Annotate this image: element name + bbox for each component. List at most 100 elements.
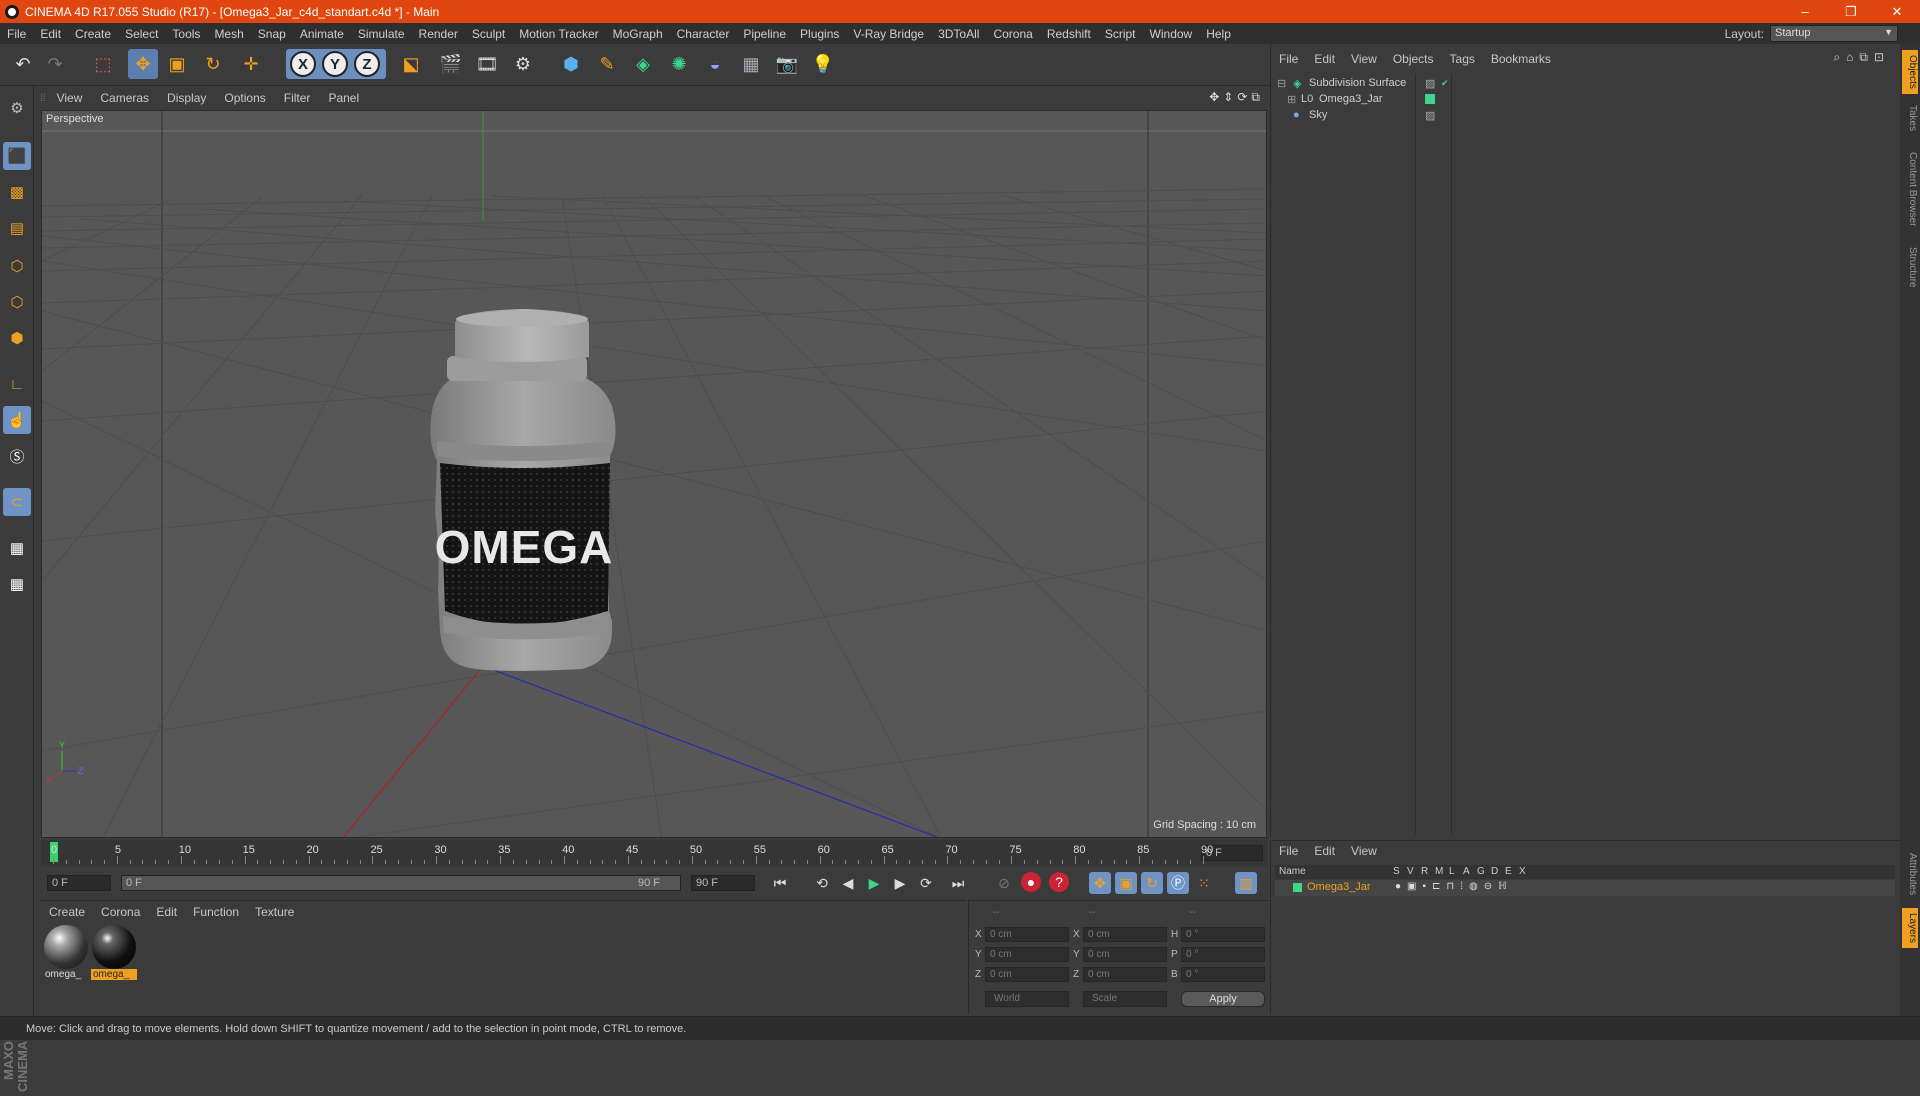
tab-content-browser[interactable]: Content Browser [1902,144,1918,234]
go-to-end-icon[interactable]: ⏭ [947,872,969,894]
points-mode-icon[interactable]: ⬡ [3,252,31,280]
material-swatch[interactable]: omega_ [91,925,137,983]
menu-corona[interactable]: Corona [986,27,1039,41]
layer-column-s[interactable]: S [1393,866,1400,877]
undo-icon[interactable]: ↶ [8,49,38,79]
home-icon[interactable]: ⌂ [1846,50,1853,65]
key-scale-icon[interactable]: ▣ [1115,872,1137,894]
previous-frame-icon[interactable]: ◀ [837,872,859,894]
rot-h-field[interactable]: 0 ° [1181,927,1265,942]
layer-name[interactable]: Omega3_Jar [1307,881,1371,893]
magnet-icon[interactable]: ⊂ [3,488,31,516]
layer-color-icon[interactable] [1425,94,1435,104]
tab-takes[interactable]: Takes [1902,100,1918,136]
expand-icon[interactable]: ⊞ [1287,93,1296,106]
previous-key-icon[interactable]: ⟲ [811,872,833,894]
pos-z-field[interactable]: 0 cm [985,967,1069,982]
start-frame-field[interactable]: 0 F [47,875,111,891]
redo-icon[interactable]: ↷ [40,49,70,79]
layer-column-v[interactable]: V [1407,866,1414,877]
menu-snap[interactable]: Snap [251,27,293,41]
subdivision-generator-icon[interactable]: ◈ [628,49,658,79]
layer-menu-view[interactable]: View [1343,844,1385,858]
pos-x-field[interactable]: 0 cm [985,927,1069,942]
tab-layers[interactable]: Layers [1902,908,1918,948]
planar-workplane-icon[interactable]: ▦ [3,570,31,598]
y-axis-lock-icon[interactable]: Y [322,51,348,77]
menu-mograph[interactable]: MoGraph [606,27,670,41]
layer-column-m[interactable]: M [1435,866,1443,877]
object-menu-file[interactable]: File [1271,52,1306,66]
go-to-start-icon[interactable]: ⏮ [769,872,791,894]
menu-script[interactable]: Script [1098,27,1143,41]
menu-select[interactable]: Select [118,27,165,41]
next-frame-icon[interactable]: ▶ [889,872,911,894]
object-row[interactable]: ● Sky ▨ [1275,106,1895,124]
dolly-icon[interactable]: ⇕ [1223,90,1233,105]
workplane-mode-icon[interactable]: ▤ [3,214,31,242]
layer-column-d[interactable]: D [1491,866,1498,877]
menu-sculpt[interactable]: Sculpt [465,27,512,41]
cube-object-icon[interactable]: ⬢ [556,49,586,79]
workplane-icon[interactable]: ⚙ [3,94,31,122]
key-point-level-icon[interactable]: ⁙ [1193,872,1215,894]
object-menu-edit[interactable]: Edit [1306,52,1343,66]
record-keys-icon[interactable]: ● [1021,872,1041,892]
object-menu-bookmarks[interactable]: Bookmarks [1483,52,1559,66]
layer-menu-edit[interactable]: Edit [1306,844,1343,858]
collapse-icon[interactable]: ⊟ [1277,77,1286,90]
maximize-view-icon[interactable]: ⧉ [1251,90,1260,105]
tweak-mode-icon[interactable]: ☝ [3,406,31,434]
menu-create[interactable]: Create [68,27,118,41]
layer-column-l[interactable]: L [1449,866,1455,877]
move-tool-icon[interactable]: ✥ [128,49,158,79]
tab-attributes[interactable]: Attributes [1902,844,1918,904]
z-axis-lock-icon[interactable]: Z [354,51,380,77]
timeline-window-icon[interactable]: ▥ [1235,872,1257,894]
end-frame-field[interactable]: 90 F [691,875,755,891]
menu-plugins[interactable]: Plugins [793,27,846,41]
enabled-check-icon[interactable]: ✔ [1441,78,1449,89]
polygons-mode-icon[interactable]: ⬢ [3,324,31,352]
layer-flag-icons[interactable]: ●▣▪⊏⊓⁞◍⊝ℍ [1395,881,1513,892]
viewport-menu-display[interactable]: Display [158,91,215,105]
layer-column-e[interactable]: E [1505,866,1512,877]
size-x-field[interactable]: 0 cm [1083,927,1167,942]
autokey-icon[interactable]: ? [1049,872,1069,892]
menu-character[interactable]: Character [670,27,737,41]
floor-icon[interactable]: ▦ [736,49,766,79]
motion-record-icon[interactable]: ⊘ [993,872,1015,894]
viewport-menu-filter[interactable]: Filter [275,91,320,105]
camera-icon[interactable]: 📷 [772,49,802,79]
frame-range-slider[interactable]: 0 F 90 F [121,875,681,891]
rotate-tool-icon[interactable]: ↻ [198,49,228,79]
render-picture-viewer-icon[interactable]: 🎞 [472,49,502,79]
size-mode-dropdown[interactable]: Scale [1083,991,1167,1007]
menu-animate[interactable]: Animate [293,27,351,41]
close-button[interactable]: ✕ [1874,0,1920,23]
x-axis-lock-icon[interactable]: X [290,51,316,77]
texture-mode-icon[interactable]: ▩ [3,178,31,206]
menu-redshift[interactable]: Redshift [1040,27,1098,41]
object-menu-tags[interactable]: Tags [1442,52,1483,66]
layer-color-swatch[interactable] [1293,883,1302,892]
pan-icon[interactable]: ✥ [1209,90,1219,105]
timeline-ruler[interactable]: 0 F 0 5 10 15 20 25 30 35 40 45 50 55 60 65 70 75 80 85 90 [41,840,1267,866]
menu-3dtoall[interactable]: 3DToAll [931,27,986,41]
visibility-icon[interactable]: ▨ [1425,109,1435,122]
object-menu-objects[interactable]: Objects [1385,52,1442,66]
minimize-button[interactable]: – [1782,0,1828,23]
scale-tool-icon[interactable]: ▣ [162,49,192,79]
viewport-menu-options[interactable]: Options [215,91,274,105]
restore-button[interactable]: ❐ [1828,0,1874,23]
coordinate-system-icon[interactable]: ⬕ [396,49,426,79]
next-key-icon[interactable]: ⟳ [915,872,937,894]
material-menu-function[interactable]: Function [185,905,247,919]
menu-v-ray-bridge[interactable]: V-Ray Bridge [846,27,931,41]
locked-workplane-icon[interactable]: ▦ [3,534,31,562]
transform-tool-icon[interactable]: ✛ [236,49,266,79]
tab-objects[interactable]: Objects [1902,50,1918,94]
material-menu-texture[interactable]: Texture [247,905,302,919]
visibility-icon[interactable]: ▨ [1425,77,1435,90]
search-icon[interactable]: ⌕ [1833,50,1840,65]
